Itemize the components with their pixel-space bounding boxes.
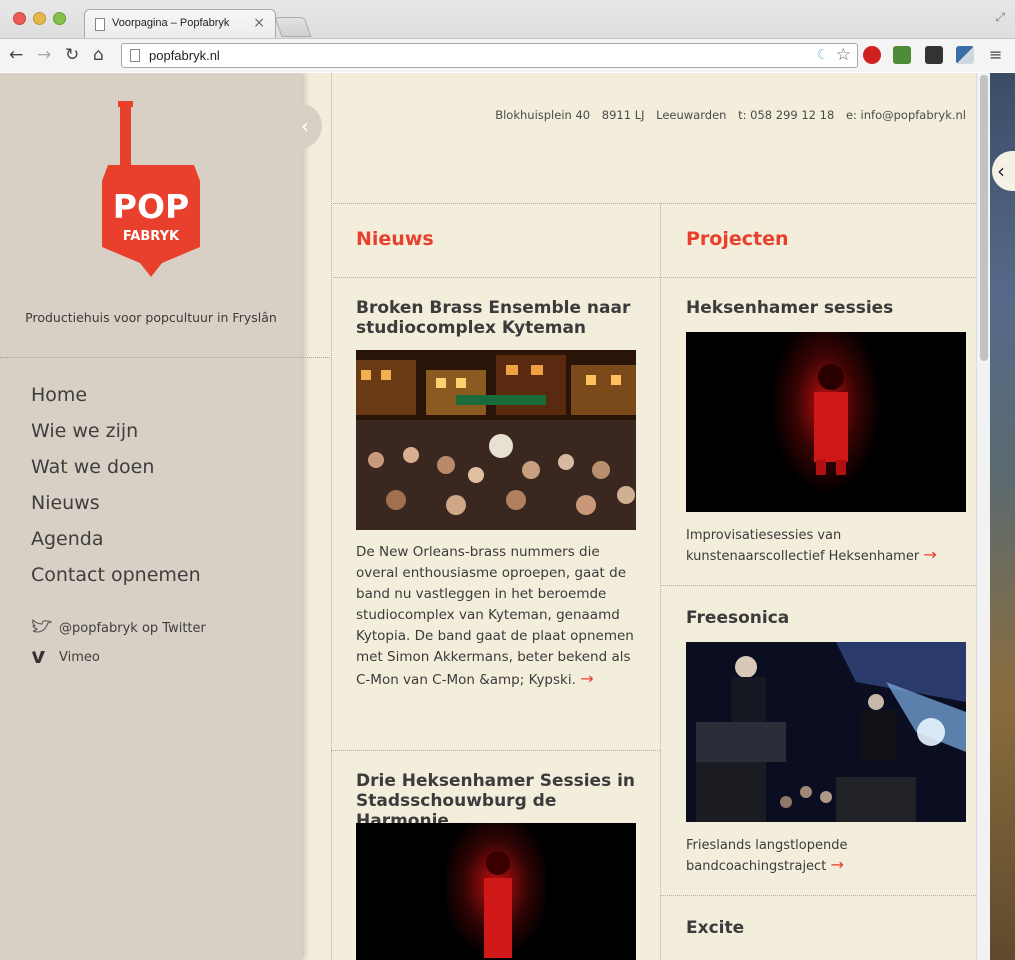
logo-text-pop: POP: [113, 187, 189, 226]
main-navigation: Home Wie we zijn Wat we doen Nieuws Agen…: [31, 383, 201, 599]
news-heading: Nieuws: [356, 228, 434, 250]
read-more-arrow-icon[interactable]: →: [580, 669, 593, 688]
article-photo-crowd[interactable]: [356, 350, 636, 530]
city-text: Leeuwarden: [656, 108, 727, 122]
extension-icon[interactable]: [925, 46, 943, 64]
address-bar[interactable]: popfabryk.nl ☾ ☆: [121, 43, 858, 68]
vimeo-icon: [32, 651, 45, 663]
nav-item-nieuws[interactable]: Nieuws: [31, 491, 201, 527]
popfabryk-logo[interactable]: POP FABRYK: [100, 101, 202, 281]
social-links: @popfabryk op Twitter Vimeo: [31, 619, 206, 677]
page-icon: [130, 49, 140, 62]
sidebar: POP FABRYK Productiehuis voor popcultuur…: [0, 73, 330, 960]
section-divider: [331, 277, 976, 278]
email-link[interactable]: e: info@popfabryk.nl: [846, 108, 966, 122]
vimeo-link-label[interactable]: Vimeo: [59, 650, 100, 665]
zoom-window-button[interactable]: [53, 12, 66, 25]
twitter-icon: [32, 619, 53, 633]
twitter-link-label[interactable]: @popfabryk op Twitter: [59, 621, 206, 636]
tagline: Productiehuis voor popcultuur in Fryslân: [25, 310, 277, 325]
extension-icon[interactable]: [893, 46, 911, 64]
new-tab-button[interactable]: [274, 17, 312, 37]
contact-info: Blokhuisplein 40 8911 LJ Leeuwarden t: 0…: [487, 108, 966, 122]
nav-item-agenda[interactable]: Agenda: [31, 527, 201, 563]
project-description-text: Frieslands langstlopende bandcoachingstr…: [686, 838, 848, 874]
article-title[interactable]: Drie Heksenhamer Sessies in Stadsschouwb…: [356, 771, 636, 831]
project-photo-heksenhamer[interactable]: [686, 332, 966, 512]
menu-icon[interactable]: ≡: [989, 45, 1002, 64]
social-link-vimeo[interactable]: Vimeo: [31, 648, 206, 677]
back-icon[interactable]: ←: [9, 44, 23, 66]
project-photo-freesonica[interactable]: [686, 642, 966, 822]
scrollbar-thumb[interactable]: [980, 75, 988, 361]
fullscreen-icon[interactable]: ⤢: [995, 10, 1005, 25]
close-window-button[interactable]: [13, 12, 26, 25]
address-text: Blokhuisplein 40: [495, 108, 591, 122]
project-description: Frieslands langstlopende bandcoachingstr…: [686, 836, 971, 876]
main-content: Blokhuisplein 40 8911 LJ Leeuwarden t: 0…: [302, 73, 976, 960]
article-title[interactable]: Broken Brass Ensemble naar studiocomplex…: [356, 298, 636, 338]
background-image: [990, 73, 1015, 960]
project-divider: [660, 585, 976, 586]
logo-text-fabryk: FABRYK: [123, 229, 180, 244]
projects-heading: Projecten: [686, 228, 789, 250]
project-title[interactable]: Heksenhamer sessies: [686, 298, 893, 318]
browser-chrome: Voorpagina – Popfabryk × ⤢ ← → ↻ ⌂ popfa…: [0, 0, 1015, 72]
extension-icon[interactable]: [956, 46, 974, 64]
postcode-text: 8911 LJ: [601, 108, 645, 122]
browser-tab[interactable]: Voorpagina – Popfabryk ×: [84, 9, 276, 38]
read-more-arrow-icon[interactable]: →: [923, 545, 936, 564]
project-title[interactable]: Freesonica: [686, 608, 789, 628]
nav-item-contact[interactable]: Contact opnemen: [31, 563, 201, 599]
page-icon: [95, 18, 105, 31]
url-text[interactable]: popfabryk.nl: [149, 48, 220, 63]
minimize-window-button[interactable]: [33, 12, 46, 25]
forward-icon[interactable]: →: [37, 44, 51, 66]
nav-item-home[interactable]: Home: [31, 383, 201, 419]
tab-close-icon[interactable]: ×: [253, 15, 265, 31]
phone-text: t: 058 299 12 18: [738, 108, 835, 122]
star-icon[interactable]: ☆: [836, 45, 851, 65]
adblock-extension-icon[interactable]: [863, 46, 881, 64]
nav-item-wie-we-zijn[interactable]: Wie we zijn: [31, 419, 201, 455]
sidebar-divider: [0, 357, 330, 358]
reload-icon[interactable]: ↻: [65, 44, 79, 66]
project-divider: [660, 895, 976, 896]
extension-moon-icon[interactable]: ☾: [816, 47, 829, 63]
browser-toolbar: ← → ↻ ⌂ popfabryk.nl ☾ ☆ ≡: [0, 38, 1015, 72]
article-divider: [331, 750, 660, 751]
read-more-arrow-icon[interactable]: →: [830, 855, 843, 874]
nav-item-wat-we-doen[interactable]: Wat we doen: [31, 455, 201, 491]
article-photo-heksenhamer[interactable]: [356, 823, 636, 960]
home-icon[interactable]: ⌂: [93, 44, 104, 66]
project-description-text: Improvisatiesessies van kunstenaarscolle…: [686, 528, 920, 564]
article-excerpt-text: De New Orleans-brass nummers die overal …: [356, 544, 634, 688]
vertical-scrollbar[interactable]: [976, 73, 990, 960]
social-link-twitter[interactable]: @popfabryk op Twitter: [31, 619, 206, 648]
tab-title: Voorpagina – Popfabryk: [112, 17, 230, 29]
page-viewport: ‹ POP FABRYK Productiehuis voor popcultu…: [0, 73, 1015, 960]
column-divider: [660, 203, 661, 960]
column-divider: [331, 73, 332, 960]
project-description: Improvisatiesessies van kunstenaarscolle…: [686, 526, 971, 566]
article-excerpt: De New Orleans-brass nummers die overal …: [356, 542, 641, 691]
project-title[interactable]: Excite: [686, 918, 744, 938]
section-divider: [331, 203, 976, 204]
